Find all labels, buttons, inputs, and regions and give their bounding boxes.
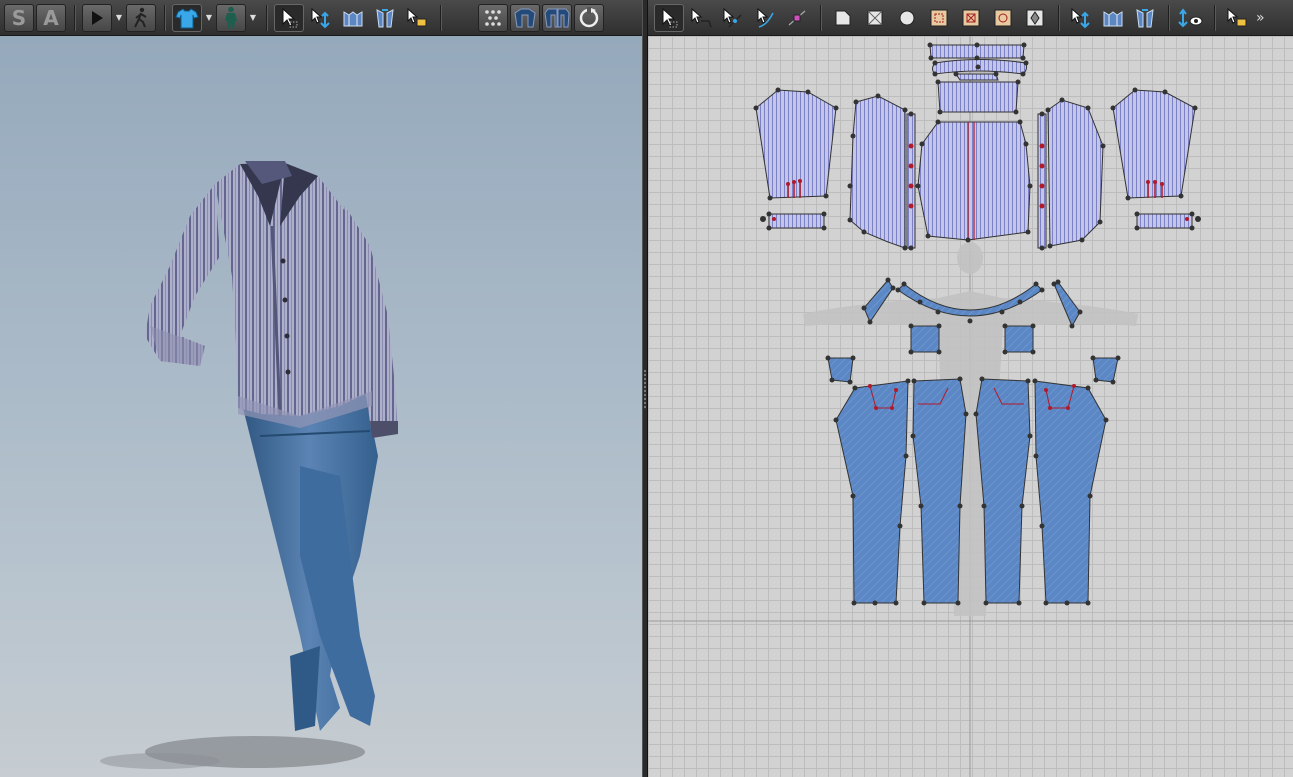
edit-point-button[interactable] [750,4,780,32]
toolbar-separator [1168,4,1170,31]
show-sewing-icon [1178,7,1203,27]
fold-tool-button[interactable] [338,4,368,32]
garment-button[interactable] [510,3,540,32]
shirt-sleeve-right[interactable] [1112,89,1196,229]
points-icon [485,9,501,26]
circle-button[interactable] [892,4,922,32]
walk-icon [134,7,147,27]
avatar-garment-render [100,161,398,769]
free-sewing-icon [1103,10,1123,26]
edit-point-icon [757,7,774,28]
fold-icon [343,10,363,26]
animation-mode-label: A [43,5,59,30]
jeans-front-left[interactable] [912,378,967,604]
simulate-dropdown-button[interactable]: ▼ [114,4,124,32]
select-icon [282,7,298,27]
avatar-display-button[interactable] [216,3,246,32]
garment-display-dropdown-button[interactable]: ▼ [204,4,214,32]
toolbar-separator [1058,4,1060,31]
curve-point-button[interactable] [782,4,812,32]
shirt-sleeve-left[interactable] [755,89,837,229]
viewport-3d[interactable] [0,36,642,777]
splitter-grip[interactable] [644,370,646,410]
select-tool-button[interactable] [274,3,304,32]
transform-icon [311,7,330,28]
transform-tool-button[interactable] [306,4,336,32]
arrange-tool-button[interactable] [370,4,400,32]
simulate-button[interactable] [82,3,112,32]
selection-mode-button[interactable] [402,4,432,32]
toolbar-separator [266,4,268,31]
circle-icon [899,10,915,25]
m-n-sewing-icon [1136,8,1154,27]
arrange-icon [376,8,394,27]
animation-mode-button[interactable]: A [36,3,66,32]
shirt-collar[interactable] [937,73,1019,113]
reset-button[interactable] [574,3,604,32]
shirt-back[interactable] [917,121,1031,241]
toolbar-3d: S A ▼ ▼ ▼ [0,0,642,36]
pattern-canvas [648,36,1293,777]
toolbar-separator [164,4,166,31]
jeans-3d [240,391,378,731]
curve-point-icon [788,10,806,25]
avatar-icon [225,6,237,29]
jeans-back-right[interactable] [1034,380,1107,604]
toolbar-separator [820,4,822,31]
edit-curve-icon [723,7,742,28]
walk-button[interactable] [126,3,156,32]
shirt-front-left[interactable] [849,95,916,249]
internal-rectangle-icon [962,9,980,26]
toolbar-separator [1214,4,1216,31]
garment-display-button[interactable] [172,3,202,32]
shirt-3d [145,161,398,438]
internal-circle-icon [994,9,1012,26]
toolbar-overflow-button[interactable]: » [1256,10,1265,26]
free-sewing-button[interactable] [1098,4,1128,32]
internal-circle-button[interactable] [988,4,1018,32]
garments-icon [544,8,570,27]
select-move-button[interactable] [654,3,684,32]
segment-sewing-button[interactable] [1066,4,1096,32]
internal-polygon-icon [930,9,948,26]
shirt-front-right[interactable] [1037,99,1104,249]
selection-mode-icon [407,7,427,26]
simulation-mode-label: S [11,5,27,30]
show-sewing-button[interactable] [1176,4,1206,32]
shirt-icon [175,7,199,28]
toolbar-2d: » [648,0,1293,36]
garment-icon [514,8,536,27]
reset-icon [579,6,599,27]
toolbar-separator [74,4,76,31]
edit-pattern-icon [691,7,712,27]
simulation-mode-button[interactable]: S [4,3,34,32]
jeans-back-left[interactable] [835,380,909,604]
layout-button[interactable] [1222,4,1252,32]
segment-sewing-icon [1071,7,1090,28]
m-n-sewing-button[interactable] [1130,4,1160,32]
points-display-button[interactable] [478,3,508,32]
edit-pattern-button[interactable] [686,4,716,32]
layout-icon [1227,7,1247,26]
dart-icon [1026,9,1044,26]
toolbar-separator [440,4,442,31]
select-move-icon [662,7,678,27]
polygon-icon [835,10,851,25]
viewport-2d[interactable] [648,36,1293,777]
dart-button[interactable] [1020,4,1050,32]
edit-curve-button[interactable] [718,4,748,32]
internal-polygon-button[interactable] [924,4,954,32]
polygon-button[interactable] [828,4,858,32]
rectangle-icon [867,10,883,25]
play-icon [92,10,103,25]
avatar-display-dropdown-button[interactable]: ▼ [248,4,258,32]
internal-rectangle-button[interactable] [956,4,986,32]
rectangle-button[interactable] [860,4,890,32]
garments-button[interactable] [542,3,572,32]
